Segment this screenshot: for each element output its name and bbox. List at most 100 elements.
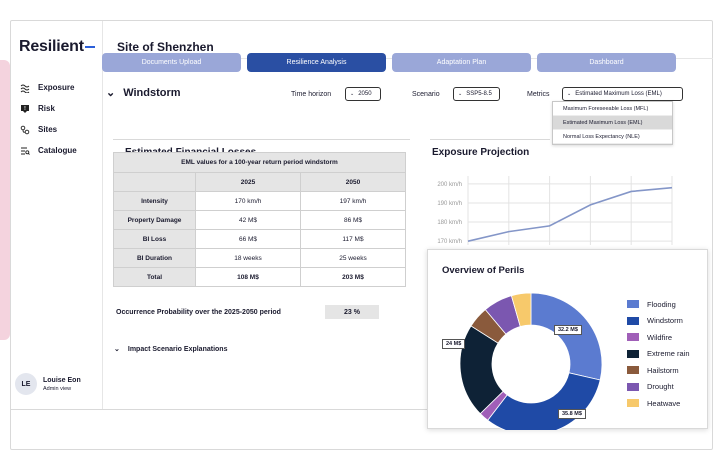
legend-swatch bbox=[627, 349, 639, 358]
time-horizon-value: 2050 bbox=[358, 91, 372, 97]
sidebar-item-label: Catalogue bbox=[38, 146, 77, 155]
legend-swatch bbox=[627, 316, 639, 325]
pie-slice-windstorm bbox=[487, 372, 601, 430]
column-header: 2050 bbox=[300, 172, 406, 192]
table-cell: 203 M$ bbox=[300, 267, 406, 287]
exposure-icon bbox=[19, 82, 31, 94]
legend-label: Flooding bbox=[647, 299, 676, 309]
column-header: 2025 bbox=[195, 172, 301, 192]
metrics-select[interactable]: ⌄ Estimated Maximum Loss (EML) bbox=[562, 87, 683, 101]
metrics-label: Metrics bbox=[527, 91, 550, 98]
y-tick-label: 200 km/h bbox=[437, 182, 462, 188]
occurrence-probability-label: Occurrence Probability over the 2025-205… bbox=[116, 309, 281, 316]
y-axis-ticks: 170 km/h 180 km/h 190 km/h 200 km/h bbox=[437, 182, 462, 245]
y-tick-label: 190 km/h bbox=[437, 201, 462, 207]
scenario-select[interactable]: ⌄ SSP5-8.5 bbox=[453, 87, 500, 101]
legend-swatch bbox=[627, 382, 639, 391]
legend-item: Heatwave bbox=[627, 395, 690, 412]
table-cell: 197 km/h bbox=[300, 191, 406, 211]
peril-toggle[interactable]: ⌄ Windstorm bbox=[106, 86, 181, 100]
eml-table: EML values for a 100-year return period … bbox=[113, 152, 406, 287]
sites-icon bbox=[19, 124, 31, 136]
table-corner bbox=[113, 172, 196, 192]
y-tick-label: 180 km/h bbox=[437, 220, 462, 226]
legend-item: Windstorm bbox=[627, 313, 690, 330]
user-name: Louise Eon bbox=[43, 376, 81, 384]
legend-swatch bbox=[627, 366, 639, 375]
chevron-down-icon: ⌄ bbox=[567, 91, 572, 97]
avatar: LE bbox=[15, 373, 37, 395]
overview-of-perils-card: Overview of Perils 32.2 M$ 35.8 M$ 24 M$… bbox=[427, 249, 708, 430]
table-row: BI Loss 66 M$ 117 M$ bbox=[113, 229, 406, 249]
time-horizon-select[interactable]: ⌄ 2050 bbox=[345, 87, 381, 101]
row-label: Intensity bbox=[113, 191, 196, 211]
table-cell: 66 M$ bbox=[195, 229, 301, 249]
callout-flooding: 32.2 M$ bbox=[554, 325, 582, 335]
metrics-value: Estimated Maximum Loss (EML) bbox=[575, 91, 662, 97]
chevron-down-icon: ⌄ bbox=[106, 87, 116, 99]
table-caption: EML values for a 100-year return period … bbox=[113, 152, 406, 173]
table-cell: 117 M$ bbox=[300, 229, 406, 249]
tab-documents-upload[interactable]: Documents Upload bbox=[102, 53, 241, 72]
sidebar-item-label: Sites bbox=[38, 125, 58, 134]
brand-logo[interactable]: Resilient bbox=[19, 38, 95, 56]
risk-icon: ! bbox=[19, 103, 31, 115]
callout-extreme-rain: 24 M$ bbox=[442, 339, 466, 349]
scenario-label: Scenario bbox=[412, 91, 440, 98]
table-row: Intensity 170 km/h 197 km/h bbox=[113, 191, 406, 211]
occurrence-probability-value: 23 % bbox=[325, 305, 379, 319]
pie-slice-flooding bbox=[530, 292, 603, 381]
legend-label: Wildfire bbox=[647, 332, 673, 342]
table-cell: 18 weeks bbox=[195, 248, 301, 268]
impact-scenario-label: Impact Scenario Explanations bbox=[127, 345, 228, 353]
divider bbox=[11, 409, 441, 410]
sidebar-item-catalogue[interactable]: Catalogue bbox=[19, 140, 77, 161]
legend-label: Hailstorm bbox=[647, 365, 679, 375]
dropdown-option-nle[interactable]: Normal Loss Expectancy (NLE) bbox=[553, 130, 672, 144]
metrics-dropdown-menu: Maximum Foreseeable Loss (MFL) Estimated… bbox=[552, 101, 673, 145]
legend-swatch bbox=[627, 399, 639, 408]
row-label: Property Damage bbox=[113, 210, 196, 230]
section-divider bbox=[113, 139, 410, 140]
impact-scenario-toggle[interactable]: ⌄ Impact Scenario Explanations bbox=[114, 345, 228, 354]
chevron-down-icon: ⌄ bbox=[458, 91, 463, 97]
sidebar-nav: Exposure ! Risk Sites Catalogue bbox=[19, 77, 77, 161]
table-cell: 25 weeks bbox=[300, 248, 406, 268]
row-label: Total bbox=[113, 267, 196, 287]
tab-bar: Documents Upload Resilience Analysis Ada… bbox=[102, 53, 676, 72]
perils-legend: Flooding Windstorm Wildfire Extreme rain Hai… bbox=[627, 296, 690, 412]
y-tick-label: 170 km/h bbox=[437, 239, 462, 245]
user-role: Admin view bbox=[43, 385, 72, 392]
legend-label: Windstorm bbox=[647, 316, 683, 326]
exposure-series-line bbox=[467, 186, 673, 242]
legend-item: Hailstorm bbox=[627, 362, 690, 379]
chevron-down-icon: ⌄ bbox=[114, 346, 120, 353]
time-horizon-label: Time horizon bbox=[291, 91, 332, 98]
sidebar-item-sites[interactable]: Sites bbox=[19, 119, 77, 140]
sidebar-item-risk[interactable]: ! Risk bbox=[19, 98, 77, 119]
legend-item: Wildfire bbox=[627, 329, 690, 346]
chevron-down-icon: ⌄ bbox=[350, 91, 355, 97]
table-row: Property Damage 42 M$ 86 M$ bbox=[113, 210, 406, 230]
legend-swatch bbox=[627, 300, 639, 309]
exposure-projection-chart: 170 km/h180 km/h190 km/h200 km/h 2025203… bbox=[437, 176, 679, 258]
tab-adaptation-plan[interactable]: Adaptation Plan bbox=[392, 53, 531, 72]
legend-item: Extreme rain bbox=[627, 346, 690, 363]
scenario-value: SSP5-8.5 bbox=[466, 91, 492, 97]
dropdown-option-mfl[interactable]: Maximum Foreseeable Loss (MFL) bbox=[553, 102, 672, 116]
row-label: BI Loss bbox=[113, 229, 196, 249]
callout-windstorm: 35.8 M$ bbox=[558, 409, 586, 419]
user-profile[interactable]: LE Louise Eon Admin view bbox=[11, 373, 103, 395]
table-cell: 86 M$ bbox=[300, 210, 406, 230]
peril-name: Windstorm bbox=[123, 86, 181, 99]
tab-resilience-analysis[interactable]: Resilience Analysis bbox=[247, 53, 386, 72]
section-divider bbox=[430, 139, 550, 140]
legend-label: Extreme rain bbox=[647, 349, 690, 359]
dropdown-option-eml[interactable]: Estimated Maximum Loss (EML) bbox=[553, 116, 672, 130]
table-cell: 108 M$ bbox=[195, 267, 301, 287]
legend-swatch bbox=[627, 333, 639, 342]
brand-name: Resilient bbox=[19, 38, 84, 55]
table-cell: 42 M$ bbox=[195, 210, 301, 230]
tab-dashboard[interactable]: Dashboard bbox=[537, 53, 676, 72]
sidebar-item-exposure[interactable]: Exposure bbox=[19, 77, 77, 98]
